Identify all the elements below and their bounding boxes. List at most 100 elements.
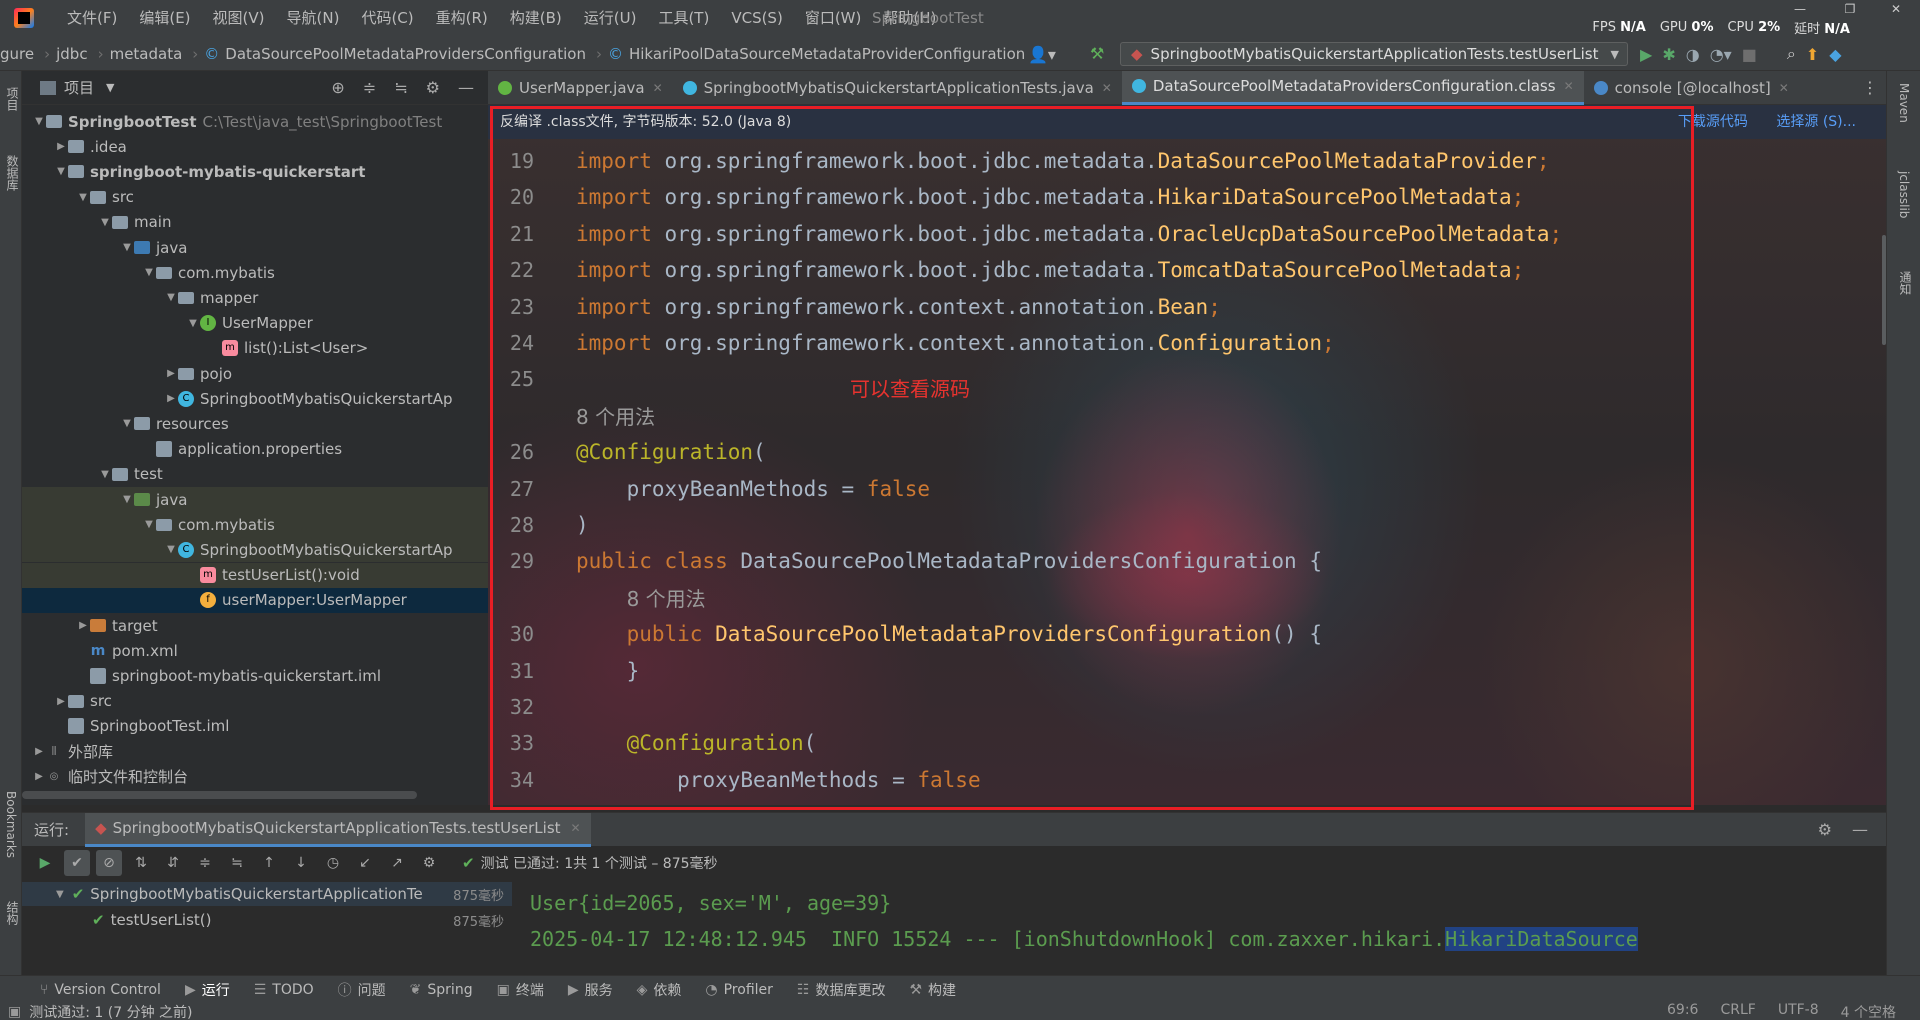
- file-encoding[interactable]: UTF-8: [1778, 1002, 1819, 1020]
- tree-item[interactable]: ▼ com.mybatis: [22, 260, 488, 285]
- breadcrumb-item[interactable]: DataSourcePoolMetadataProvidersConfigura…: [225, 45, 586, 63]
- tree-item[interactable]: ▼ java: [22, 487, 488, 512]
- tool-window-button[interactable]: ⑂ Version Control: [40, 982, 161, 998]
- build-hammer-icon[interactable]: ⚒: [1090, 44, 1104, 63]
- chevron-down-icon[interactable]: ▼: [98, 217, 112, 228]
- notifications-tool-button[interactable]: 通知: [1897, 271, 1914, 295]
- stop-icon[interactable]: ■: [1742, 45, 1757, 64]
- chevron-down-icon[interactable]: ▼: [186, 318, 200, 329]
- editor-tab[interactable]: DataSourcePoolMetadataProvidersConfigura…: [1121, 70, 1584, 105]
- search-icon[interactable]: ⌕: [1787, 44, 1796, 64]
- close-icon[interactable]: ✕: [571, 821, 581, 835]
- update-icon[interactable]: ⬆: [1806, 45, 1819, 64]
- tool-window-button[interactable]: ▣ 终端: [497, 980, 544, 1000]
- bookmarks-tool-button[interactable]: Bookmarks: [4, 791, 18, 858]
- chevron-right-icon[interactable]: ▶: [164, 393, 178, 404]
- indent-setting[interactable]: 4 个空格: [1841, 1002, 1896, 1020]
- chevron-down-icon[interactable]: ▼: [32, 116, 46, 127]
- tree-item[interactable]: SpringbootTest.iml: [22, 714, 488, 739]
- tree-item[interactable]: m testUserList():void: [22, 562, 488, 588]
- collapse-all-icon[interactable]: ≒: [224, 850, 250, 876]
- close-icon[interactable]: ✕: [1564, 79, 1574, 93]
- tool-window-button[interactable]: ☰ TODO: [254, 982, 314, 998]
- menu-item[interactable]: 代码(C): [350, 0, 424, 37]
- tree-item[interactable]: ▼ src: [22, 185, 488, 210]
- coverage-icon[interactable]: ◑: [1686, 45, 1700, 64]
- tree-item[interactable]: ▼ com.mybatis: [22, 512, 488, 538]
- tool-window-button[interactable]: ☷ 数据库更改: [797, 980, 886, 1000]
- tool-window-button[interactable]: ◔ Profiler: [705, 982, 773, 998]
- tree-item[interactable]: ▶ target: [22, 613, 488, 638]
- sort-duration-icon[interactable]: ⇵: [160, 850, 186, 876]
- tree-item[interactable]: ▼ main: [22, 210, 488, 235]
- history-icon[interactable]: ◷: [320, 850, 346, 876]
- menu-item[interactable]: 文件(F): [56, 0, 128, 37]
- tree-item[interactable]: ▶ C SpringbootMybatisQuickerstartAp: [22, 386, 488, 411]
- tree-item[interactable]: ▶ ◎ 临时文件和控制台: [22, 764, 488, 789]
- tree-item[interactable]: application.properties: [22, 437, 488, 462]
- menu-item[interactable]: 视图(V): [202, 0, 276, 37]
- menu-item[interactable]: 编辑(E): [128, 0, 201, 37]
- import-tests-icon[interactable]: ↙: [352, 850, 378, 876]
- maximize-button[interactable]: ❐: [1840, 2, 1860, 16]
- chevron-down-icon[interactable]: ▼: [120, 418, 134, 429]
- chevron-right-icon[interactable]: ▶: [32, 771, 46, 782]
- close-icon[interactable]: ✕: [653, 81, 663, 95]
- chevron-down-icon[interactable]: ▼: [142, 519, 156, 530]
- tree-item[interactable]: springboot-mybatis-quickerstart.iml: [22, 663, 488, 688]
- tree-item[interactable]: ▶ ⫼ 外部库: [22, 739, 488, 764]
- breadcrumb-item[interactable]: jdbc: [56, 45, 87, 63]
- breadcrumb-item[interactable]: gure: [0, 45, 34, 63]
- chevron-down-icon[interactable]: ▼: [76, 192, 90, 203]
- tree-item[interactable]: m pom.xml: [22, 638, 488, 663]
- editor-tab[interactable]: UserMapper.java ✕: [488, 71, 673, 105]
- chevron-down-icon[interactable]: ▼: [120, 494, 134, 505]
- chevron-down-icon[interactable]: ▼: [106, 81, 114, 94]
- tool-window-button[interactable]: ⓘ 问题: [338, 980, 386, 1000]
- chevron-down-icon[interactable]: ▼: [56, 889, 64, 900]
- structure-tool-button[interactable]: 结构: [4, 901, 21, 925]
- tree-item[interactable]: ▼ I UserMapper: [22, 311, 488, 336]
- run-tab[interactable]: ◆ SpringbootMybatisQuickerstartApplicati…: [85, 812, 591, 847]
- choose-sources-link[interactable]: 选择源 (S)...: [1776, 114, 1856, 130]
- chevron-right-icon[interactable]: ▶: [76, 620, 90, 631]
- expand-all-icon[interactable]: ≑: [192, 850, 218, 876]
- tool-window-button[interactable]: ⚒ 构建: [909, 980, 956, 1000]
- menu-item[interactable]: 窗口(W): [794, 0, 873, 37]
- horizontal-scrollbar[interactable]: [22, 791, 417, 799]
- chevron-down-icon[interactable]: ▼: [120, 242, 134, 253]
- test-tree-item[interactable]: ✔ testUserList() 875毫秒: [22, 908, 512, 932]
- tree-item[interactable]: ▶ pojo: [22, 361, 488, 386]
- vcs-user-icon[interactable]: 👤▾: [1028, 43, 1056, 65]
- tool-window-button[interactable]: ◈ 依赖: [637, 980, 682, 1000]
- menu-item[interactable]: VCS(S): [720, 0, 793, 37]
- hide-panel-icon[interactable]: —: [1852, 820, 1868, 839]
- menu-item[interactable]: 工具(T): [647, 0, 720, 37]
- show-passed-icon[interactable]: ✔: [64, 850, 90, 876]
- profile-icon[interactable]: ◔▾: [1710, 45, 1732, 64]
- editor-tab[interactable]: console [@localhost] ✕: [1584, 71, 1799, 105]
- chevron-right-icon[interactable]: ▶: [54, 696, 68, 707]
- export-tests-icon[interactable]: ↗: [384, 850, 410, 876]
- chevron-right-icon[interactable]: ▶: [32, 746, 46, 757]
- console-output[interactable]: User{id=2065, sex='M', age=39} 2025-04-17…: [522, 880, 1852, 975]
- tool-window-button[interactable]: ▶ 运行: [185, 980, 230, 1000]
- close-icon[interactable]: ✕: [1102, 81, 1112, 95]
- more-tabs-icon[interactable]: ⋮: [1862, 78, 1878, 97]
- tool-window-button[interactable]: ❦ Spring: [410, 982, 473, 998]
- chevron-down-icon[interactable]: ▼: [164, 292, 178, 303]
- chevron-down-icon[interactable]: ▼: [164, 544, 178, 555]
- tree-item[interactable]: ▼ C SpringbootMybatisQuickerstartAp: [22, 537, 488, 563]
- breadcrumb-item[interactable]: metadata: [110, 45, 183, 63]
- close-icon[interactable]: ✕: [1779, 81, 1789, 95]
- menu-item[interactable]: 构建(B): [499, 0, 573, 37]
- next-failed-icon[interactable]: ↓: [288, 850, 314, 876]
- collapse-all-icon[interactable]: ≒: [394, 78, 407, 97]
- hide-panel-icon[interactable]: —: [458, 78, 474, 97]
- tree-item[interactable]: ▼ springboot-mybatis-quickerstart: [22, 159, 488, 184]
- tree-item[interactable]: ▼ test: [22, 462, 488, 487]
- rerun-icon[interactable]: ▶: [32, 850, 58, 876]
- tree-item[interactable]: ▶ src: [22, 689, 488, 714]
- tree-item[interactable]: ▼ mapper: [22, 285, 488, 310]
- minimize-button[interactable]: —: [1790, 2, 1810, 16]
